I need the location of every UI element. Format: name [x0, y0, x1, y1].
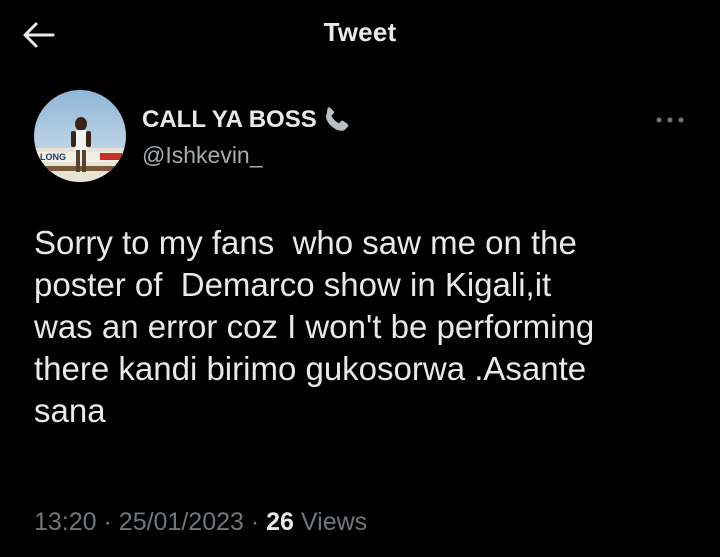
profile-avatar-photo: LONG	[34, 90, 126, 182]
avatar[interactable]: LONG	[34, 90, 126, 182]
page-title: Tweet	[323, 17, 397, 47]
views-count[interactable]: 26	[266, 508, 294, 536]
top-bar: Tweet	[0, 0, 720, 68]
display-name-row: CALL YA BOSS	[142, 106, 353, 134]
user-handle[interactable]: @Ishkevin_	[142, 142, 263, 169]
meta-separator: ·	[103, 508, 112, 536]
tweet-text: Sorry to my fans who saw me on the poste…	[34, 224, 595, 429]
tweet-meta: 13:20 · 25/01/2023 · 26 Views	[34, 508, 367, 537]
display-name[interactable]: CALL YA BOSS	[142, 106, 317, 134]
more-dots-icon	[656, 117, 684, 123]
tweet-author: LONG CALL YA BOSS @Ishkevin_	[34, 90, 694, 190]
avatar-text: LONG	[40, 152, 66, 162]
tweet-date[interactable]: 25/01/2023	[119, 508, 244, 536]
views-label[interactable]: Views	[301, 508, 367, 536]
more-options-button[interactable]	[650, 110, 690, 130]
meta-separator: ·	[250, 508, 260, 536]
telephone-receiver-icon	[319, 107, 353, 133]
tweet-time[interactable]: 13:20	[34, 508, 97, 536]
